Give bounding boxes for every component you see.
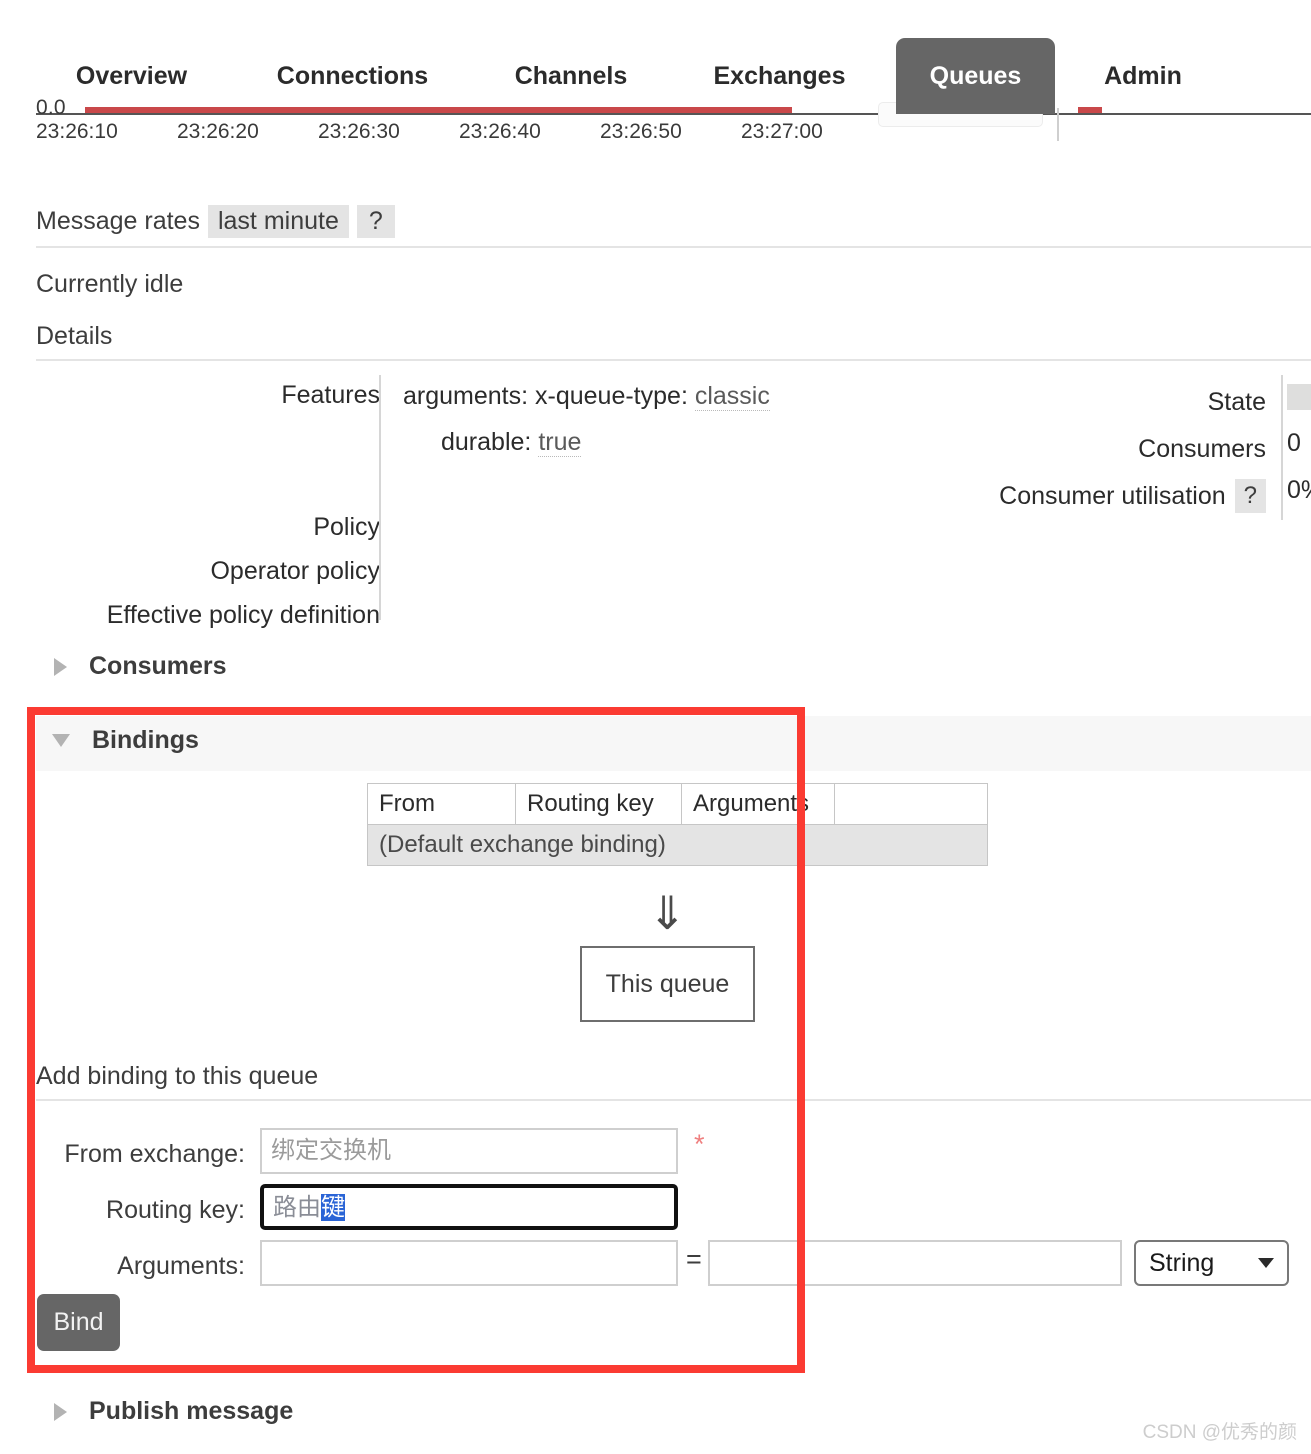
tab-admin[interactable]: Admin: [1073, 38, 1213, 114]
main-navigation: Overview Connections Channels Exchanges …: [0, 38, 1311, 114]
detail-label-consumer-utilisation: Consumer utilisation ?: [999, 472, 1266, 519]
state-badge: [1287, 378, 1311, 425]
tab-label: Queues: [929, 61, 1022, 90]
this-queue-node: This queue: [580, 946, 755, 1022]
feature-subkey: x-queue-type:: [535, 382, 688, 410]
tab-label: Connections: [276, 61, 429, 90]
bind-button[interactable]: Bind: [37, 1294, 120, 1351]
tab-label: Exchanges: [713, 61, 846, 90]
consumers-value: 0: [1287, 429, 1301, 457]
feature-row-arguments: arguments: x-queue-type: classic: [403, 378, 770, 424]
detail-label-state: State: [1207, 387, 1266, 416]
from-exchange-value: 绑定交换机: [271, 1137, 391, 1164]
section-toggle-bindings[interactable]: Bindings: [50, 726, 199, 755]
argument-type-value: String: [1149, 1248, 1215, 1277]
equals-separator: =: [686, 1244, 702, 1274]
arguments-value-input[interactable]: [708, 1240, 1122, 1286]
help-icon[interactable]: ?: [1234, 478, 1266, 513]
feature-key: durable:: [441, 428, 532, 456]
section-label: Publish message: [89, 1397, 294, 1425]
details-right-vertical-divider: [1281, 375, 1283, 520]
detail-label-effective-policy-definition: Effective policy definition: [106, 601, 380, 629]
detail-label-features: Features: [281, 381, 380, 409]
chevron-down-icon: [52, 734, 70, 747]
chart-x-tick: 23:26:10: [36, 120, 118, 143]
details-label: Details: [36, 322, 113, 350]
detail-label-consumers: Consumers: [1138, 434, 1266, 463]
bindings-section-bar: [36, 716, 1311, 771]
currently-idle-text: Currently idle: [36, 270, 184, 298]
tab-label: Overview: [75, 61, 188, 90]
tab-label: Admin: [1104, 61, 1182, 90]
binding-flow-arrow-icon: ⇓: [648, 887, 687, 939]
routing-key-input[interactable]: 路由键: [260, 1184, 678, 1230]
detail-label-policy: Policy: [313, 513, 380, 541]
chart-x-tick: 23:27:00: [741, 120, 823, 143]
details-right-labels: State Consumers Consumer utilisation ?: [999, 378, 1266, 519]
details-left-labels: Features Policy Operator policy Effectiv…: [0, 378, 380, 642]
feature-value: classic: [694, 382, 770, 411]
help-icon[interactable]: ?: [356, 205, 395, 238]
feature-value: true: [538, 428, 582, 457]
tab-channels[interactable]: Channels: [481, 38, 661, 114]
details-feature-values: arguments: x-queue-type: classic durable…: [403, 378, 770, 470]
arguments-key-input[interactable]: [260, 1240, 678, 1286]
status-badge: [1287, 384, 1311, 411]
chart-x-tick: 23:26:30: [318, 120, 400, 143]
add-binding-header: Add binding to this queue: [36, 1062, 1311, 1101]
argument-type-select[interactable]: String: [1134, 1240, 1289, 1286]
section-label: Consumers: [89, 652, 227, 680]
chart-x-tick: 23:26:40: [459, 120, 541, 143]
details-right-values: 0 0%: [1287, 378, 1311, 519]
chevron-right-icon: [54, 1402, 67, 1421]
details-vertical-divider: [379, 375, 381, 620]
tab-queues[interactable]: Queues: [896, 38, 1055, 114]
detail-label-operator-policy: Operator policy: [210, 557, 380, 585]
section-toggle-consumers[interactable]: Consumers: [50, 652, 227, 681]
section-label: Bindings: [92, 726, 199, 754]
label-routing-key: Routing key:: [106, 1196, 245, 1224]
watermark: CSDN @优秀的颜: [1142, 1422, 1297, 1443]
details-section-header: Details: [36, 322, 1311, 361]
from-exchange-input[interactable]: 绑定交换机: [260, 1128, 678, 1174]
bindings-table: From Routing key Arguments (Default exch…: [367, 783, 988, 866]
chevron-down-icon: [1258, 1258, 1274, 1268]
section-toggle-publish-message[interactable]: Publish message: [50, 1397, 293, 1426]
message-rates-label: Message rates: [36, 207, 200, 235]
tab-connections[interactable]: Connections: [243, 38, 462, 114]
chart-x-tick: 23:26:20: [177, 120, 259, 143]
chevron-right-icon: [54, 657, 67, 676]
column-header-routing-key: Routing key: [515, 783, 682, 825]
label-from-exchange: From exchange:: [64, 1140, 245, 1168]
routing-key-selected-text: 键: [321, 1194, 345, 1221]
routing-key-composition-text: 路由: [273, 1194, 321, 1221]
consumer-utilisation-value: 0%: [1287, 476, 1311, 504]
this-queue-label: This queue: [605, 969, 730, 998]
feature-key: arguments:: [403, 382, 529, 410]
required-marker: *: [694, 1129, 705, 1159]
tab-overview[interactable]: Overview: [38, 38, 225, 114]
column-header-from: From: [367, 783, 516, 825]
tab-label: Channels: [514, 61, 628, 90]
table-row: (Default exchange binding): [367, 824, 988, 866]
tab-exchanges[interactable]: Exchanges: [679, 38, 880, 114]
default-exchange-binding-cell: (Default exchange binding): [367, 824, 988, 866]
message-rates-section-header: Message rates last minute ?: [36, 205, 1311, 248]
table-header-row: From Routing key Arguments: [367, 783, 988, 825]
label-arguments: Arguments:: [117, 1252, 245, 1280]
column-header-actions: [834, 783, 988, 825]
feature-row-durable: durable: true: [403, 424, 770, 470]
column-header-arguments: Arguments: [681, 783, 835, 825]
period-chip-last-minute[interactable]: last minute: [207, 205, 349, 238]
add-binding-title: Add binding to this queue: [36, 1062, 319, 1090]
chart-x-tick: 23:26:50: [600, 120, 682, 143]
